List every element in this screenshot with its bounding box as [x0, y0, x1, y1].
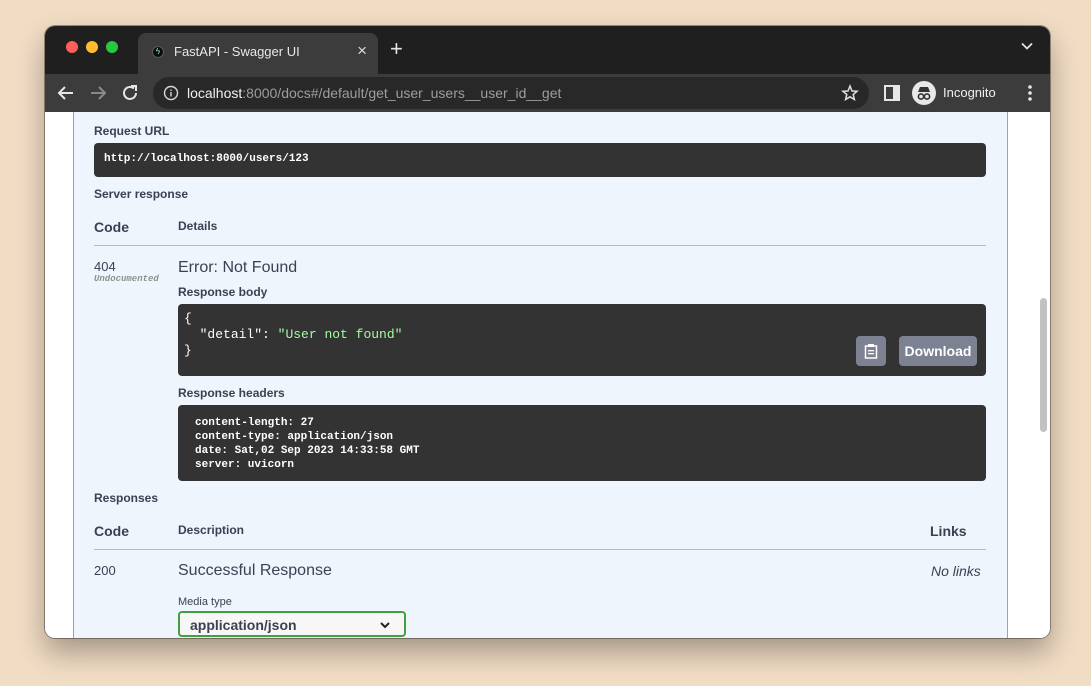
json-colon: : [262, 327, 278, 342]
json-value: "User not found" [277, 327, 403, 342]
side-panel-icon[interactable] [883, 84, 901, 102]
undocumented-label: Undocumented [94, 274, 159, 284]
url-text[interactable]: localhost:8000/docs#/default/get_user_us… [187, 85, 561, 101]
browser-toolbar: localhost:8000/docs#/default/get_user_us… [45, 74, 1050, 112]
response-headers[interactable]: content-length: 27 content-type: applica… [195, 416, 419, 472]
request-url[interactable]: http://localhost:8000/users/123 [104, 153, 309, 165]
forward-icon[interactable] [85, 80, 111, 106]
star-icon[interactable] [841, 83, 859, 102]
tab-bar: ϟ FastAPI - Swagger UI × + [45, 26, 1050, 74]
header-line: server: uvicorn [195, 459, 295, 471]
copy-to-clipboard-button[interactable] [856, 336, 886, 366]
responses-description-header: Description [178, 523, 245, 537]
address-bar[interactable]: localhost:8000/docs#/default/get_user_us… [153, 77, 869, 109]
divider [94, 245, 986, 246]
url-path: :8000/docs#/default/get_user_users__user… [242, 85, 562, 101]
fastapi-favicon-icon: ϟ [152, 46, 164, 58]
page-content: Request URL http://localhost:8000/users/… [45, 112, 1050, 638]
page-scrollbar[interactable] [1040, 298, 1047, 432]
copy-icon [864, 343, 878, 364]
back-icon[interactable] [53, 80, 79, 106]
media-type-label: Media type [178, 596, 232, 608]
response-headers-heading: Response headers [178, 386, 285, 400]
browser-window: ϟ FastAPI - Swagger UI × + localhost:800… [45, 26, 1050, 638]
responses-links-header: Links [930, 523, 967, 539]
response-body[interactable]: { "detail": "User not found" } [184, 311, 402, 359]
media-type-select[interactable]: application/json [178, 611, 406, 637]
response-row-code: 200 [94, 563, 116, 578]
close-window-button[interactable] [66, 41, 78, 53]
header-line: content-type: application/json [195, 431, 394, 443]
minimize-window-button[interactable] [86, 41, 98, 53]
json-detail-line: "detail": "User not found" [184, 327, 403, 343]
media-type-value: application/json [190, 617, 297, 633]
response-status: Error: Not Found [178, 259, 298, 276]
server-response-heading: Server response [94, 187, 189, 201]
info-icon[interactable] [163, 85, 179, 101]
responses-heading: Responses [94, 491, 159, 505]
tab-title: FastAPI - Swagger UI [174, 44, 300, 59]
response-body-box: { "detail": "User not found" } Download [178, 304, 986, 376]
response-body-heading: Response body [178, 285, 268, 299]
response-headers-box: content-length: 27 content-type: applica… [178, 405, 986, 481]
request-url-box: http://localhost:8000/users/123 [94, 143, 986, 177]
json-key: "detail" [199, 327, 263, 342]
json-close-brace: } [184, 343, 192, 358]
reload-icon[interactable] [117, 80, 143, 106]
details-header: Details [178, 219, 218, 233]
incognito-icon[interactable] [912, 81, 936, 105]
response-code: 404 [94, 259, 116, 274]
menu-icon[interactable] [1022, 83, 1038, 103]
request-url-heading: Request URL [94, 124, 170, 138]
browser-tab[interactable]: ϟ FastAPI - Swagger UI × [138, 33, 378, 74]
maximize-window-button[interactable] [106, 41, 118, 53]
tab-menu-icon[interactable] [1020, 39, 1034, 58]
new-tab-button[interactable]: + [390, 36, 403, 62]
json-open-brace: { [184, 311, 192, 326]
incognito-label: Incognito [943, 85, 996, 100]
responses-code-header: Code [94, 523, 129, 539]
response-row-links: No links [931, 563, 981, 579]
chevron-down-icon [378, 618, 392, 637]
header-line: content-length: 27 [195, 417, 314, 429]
code-header: Code [94, 219, 129, 235]
operation-block: Request URL http://localhost:8000/users/… [73, 112, 1008, 638]
download-button[interactable]: Download [899, 336, 977, 366]
response-row-description: Successful Response [178, 562, 332, 579]
header-line: date: Sat,02 Sep 2023 14:33:58 GMT [195, 445, 420, 457]
divider [94, 549, 986, 550]
tab-close-button[interactable]: × [357, 41, 367, 61]
url-host: localhost [187, 85, 243, 101]
